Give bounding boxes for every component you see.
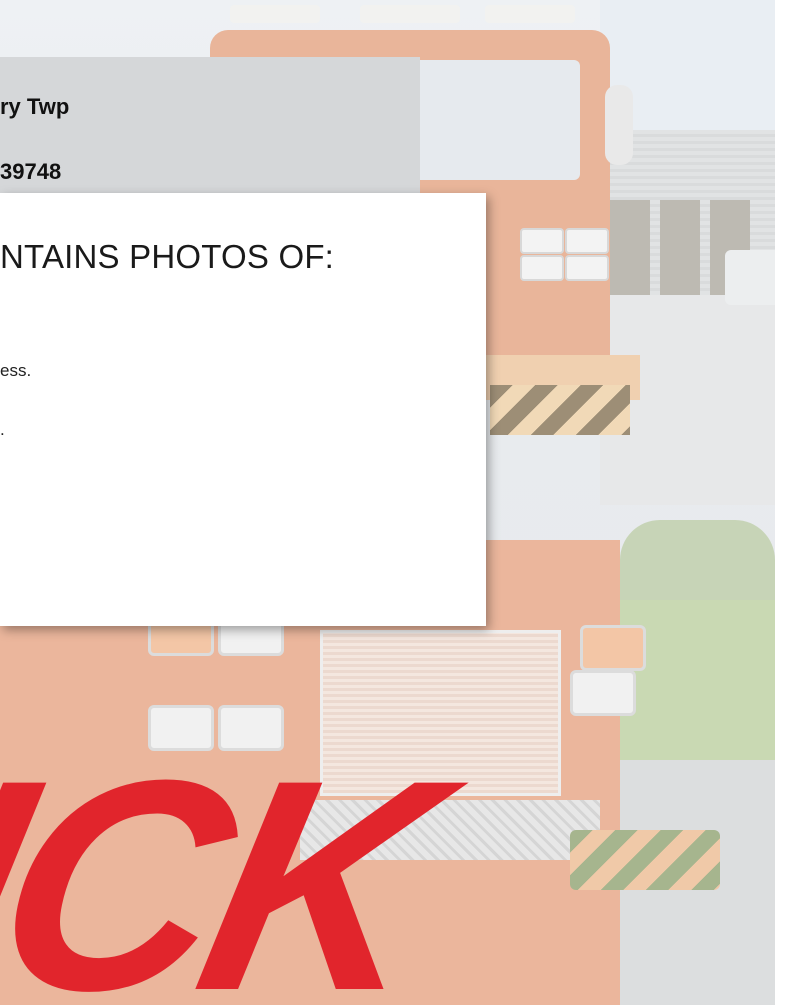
grille-light	[565, 228, 609, 254]
chevron-stripes	[490, 385, 630, 435]
card-title: NTAINS PHOTOS OF:	[0, 238, 335, 275]
garage-bay	[660, 200, 700, 295]
headlight	[580, 625, 646, 671]
card-item: .	[0, 420, 5, 439]
document-page: ry Twp 39748 NTAINS PHOTOS OF: ess. . IC…	[0, 0, 788, 1005]
brand-logo-text: ICK	[0, 775, 453, 1005]
header-line-2: 39748	[0, 159, 62, 184]
grille-light	[520, 228, 564, 254]
trees	[620, 520, 775, 600]
side-mirror	[605, 85, 633, 165]
page-margin	[775, 0, 788, 1005]
headlight	[148, 705, 214, 751]
grille-mesh	[320, 630, 561, 796]
light-bar	[485, 5, 575, 23]
pickup-truck	[725, 250, 775, 305]
grille-light	[565, 255, 609, 281]
grille-light	[520, 255, 564, 281]
headlight	[218, 705, 284, 751]
headlight	[570, 670, 636, 716]
brand-logo: ICK	[0, 775, 600, 1005]
light-bar	[230, 5, 320, 23]
header-line-1: ry Twp	[0, 94, 70, 119]
light-bar	[360, 5, 460, 23]
card-item: ess.	[0, 361, 32, 380]
info-card: NTAINS PHOTOS OF: ess. .	[0, 193, 486, 626]
